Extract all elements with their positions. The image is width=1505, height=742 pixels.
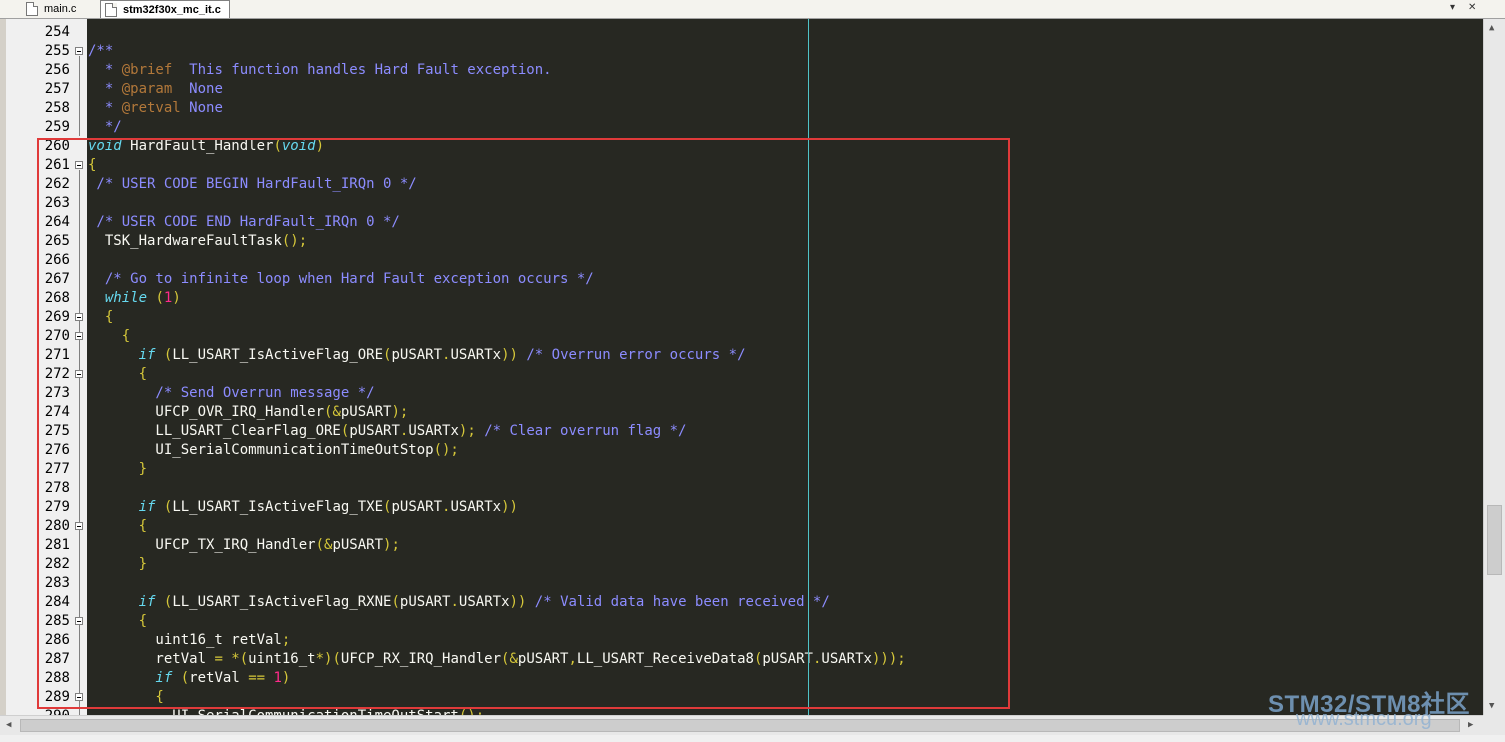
highlight-box	[37, 138, 1010, 709]
close-icon[interactable]: ✕	[1468, 2, 1476, 13]
scroll-down-icon[interactable]: ▼	[1489, 701, 1494, 711]
code-line[interactable]: 255 /**	[0, 42, 1483, 61]
code-token: This function handles Hard Fault excepti…	[172, 62, 552, 78]
code-text: * @param None	[88, 80, 223, 99]
scroll-right-icon[interactable]: ▶	[1468, 720, 1473, 730]
line-number: 255	[44, 43, 70, 59]
code-editor[interactable]: 254 255 /** 256 * @brief This function hand…	[0, 19, 1483, 715]
code-token: None	[172, 81, 223, 97]
code-line[interactable]: 257 * @param None	[0, 80, 1483, 99]
file-icon	[105, 2, 117, 17]
tab-label: stm32f30x_mc_it.c	[123, 3, 221, 16]
code-text: * @brief This function handles Hard Faul…	[88, 61, 552, 80]
code-token: None	[180, 100, 223, 116]
status-strip	[0, 735, 1505, 742]
code-token: /**	[88, 43, 114, 59]
code-text: * @retval None	[88, 99, 223, 118]
code-token: *	[88, 100, 122, 116]
code-token: UI_SerialCommunicationTimeOutStart	[88, 708, 459, 715]
code-line[interactable]: 256 * @brief This function handles Hard …	[0, 61, 1483, 80]
scroll-up-icon[interactable]: ▲	[1489, 23, 1494, 33]
vertical-scrollbar[interactable]: ▲ ▼	[1483, 19, 1505, 715]
code-token: *	[88, 81, 122, 97]
code-token: @retval	[121, 100, 181, 116]
code-line[interactable]: 254	[0, 23, 1483, 42]
line-number: 256	[44, 62, 70, 78]
code-token: @brief	[121, 62, 173, 78]
horizontal-scrollbar[interactable]: ◀ ▶	[0, 715, 1483, 736]
fold-toggle-icon[interactable]	[75, 47, 83, 55]
tab-label: main.c	[44, 2, 77, 15]
code-token: @param	[121, 81, 173, 97]
line-number: 257	[44, 81, 70, 97]
watermark-url: www.stmcu.org	[1296, 708, 1432, 730]
line-number: 258	[44, 100, 70, 116]
code-line[interactable]: 258 * @retval None	[0, 99, 1483, 118]
tab-main-c[interactable]: main.c	[22, 0, 90, 17]
code-text: */	[88, 118, 122, 137]
line-number: 259	[44, 119, 70, 135]
tab-stm32f30x-mc-it-c[interactable]: stm32f30x_mc_it.c	[100, 0, 230, 18]
line-number: 254	[44, 24, 70, 40]
code-text: /**	[88, 42, 113, 61]
code-token: *	[88, 62, 122, 78]
code-line[interactable]: 259 */	[0, 118, 1483, 137]
scroll-left-icon[interactable]: ◀	[6, 720, 11, 730]
minimize-icon[interactable]: ▾	[1450, 2, 1455, 13]
vertical-scroll-thumb[interactable]	[1487, 505, 1502, 575]
file-icon	[26, 1, 38, 16]
code-token: */	[88, 119, 122, 135]
horizontal-scroll-thumb[interactable]	[20, 719, 1460, 732]
code-token: ();	[459, 708, 484, 715]
editor-tab-bar: main.c stm32f30x_mc_it.c ✕ ▾	[0, 0, 1505, 19]
